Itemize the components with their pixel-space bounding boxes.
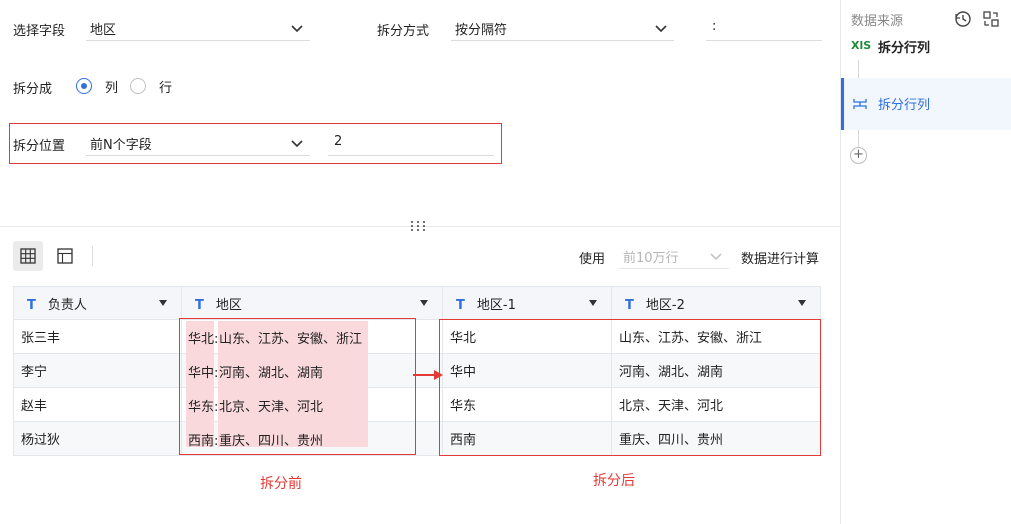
table-cell: 杨过狄 [13, 421, 182, 456]
caret-down-icon[interactable] [420, 300, 428, 306]
chevron-down-icon [655, 25, 667, 33]
rows-select[interactable]: 前10万行 [619, 243, 729, 269]
split-position-dropdown[interactable]: 前N个字段 [86, 130, 310, 156]
caret-down-icon[interactable] [798, 300, 806, 306]
active-indicator [841, 78, 844, 130]
split-count-input[interactable]: 2 [328, 130, 494, 156]
after-caption: 拆分后 [593, 473, 635, 489]
column-header[interactable]: T 地区-1 [442, 286, 612, 320]
radio-row[interactable] [130, 78, 146, 94]
column-header-label: 地区-2 [645, 297, 685, 313]
flow-connector [858, 60, 859, 78]
radio-column[interactable] [76, 78, 92, 94]
compute-label: 数据进行计算 [741, 252, 820, 267]
flow-connector [858, 130, 859, 148]
table-cell: 李宁 [13, 353, 182, 388]
text-type-icon: T [456, 297, 465, 313]
history-icon[interactable] [954, 10, 972, 28]
column-header-label: 负责人 [47, 297, 87, 313]
split-method-value: 按分隔符 [455, 23, 508, 38]
split-position-label: 拆分位置 [13, 139, 66, 154]
radio-row-label: 行 [159, 81, 173, 96]
arrow-right-icon [413, 370, 443, 380]
expand-icon[interactable] [982, 10, 1000, 28]
before-split-highlight [179, 318, 416, 455]
table-cell: 张三丰 [13, 319, 182, 354]
text-type-icon: T [625, 297, 634, 313]
chevron-down-icon [291, 140, 303, 148]
split-count-value: 2 [334, 134, 343, 149]
rows-select-value: 前10万行 [623, 251, 679, 266]
step-split-rows-columns[interactable]: 拆分行列 [841, 78, 1011, 130]
separator-input[interactable]: : [706, 15, 822, 41]
select-field-value: 地区 [90, 23, 117, 38]
after-split-highlight [439, 319, 821, 456]
column-header[interactable]: T 负责人 [13, 286, 182, 320]
split-icon [853, 99, 867, 109]
caret-down-icon[interactable] [159, 300, 167, 306]
data-source-panel: 数据来源 XlS 拆分行列 拆分行列 + [840, 0, 1011, 524]
split-method-label: 拆分方式 [377, 24, 430, 39]
layout-view-button[interactable] [50, 241, 80, 271]
use-label: 使用 [579, 252, 606, 267]
drag-handle-icon[interactable] [409, 220, 427, 232]
text-type-icon: T [27, 297, 36, 313]
chevron-down-icon [291, 25, 303, 33]
split-method-dropdown[interactable]: 按分隔符 [451, 15, 674, 41]
radio-column-label: 列 [105, 81, 119, 96]
grid-icon [20, 248, 36, 264]
grid-view-button[interactable] [13, 241, 43, 271]
config-panel: 选择字段 地区 拆分方式 按分隔符 : 拆分成 列 行 拆分位置 前N个字段 2 [0, 0, 840, 524]
column-header-label: 地区 [215, 297, 242, 313]
source-node-label[interactable]: 拆分行列 [878, 37, 930, 56]
caret-down-icon[interactable] [589, 300, 597, 306]
select-field-dropdown[interactable]: 地区 [86, 15, 310, 41]
split-position-value: 前N个字段 [90, 138, 152, 153]
table-header-row: T 负责人 T 地区 T 地区-1 T 地区-2 [13, 286, 821, 320]
text-type-icon: T [195, 297, 204, 313]
column-header[interactable]: T 地区-2 [611, 286, 821, 320]
separator-value: : [712, 19, 717, 34]
table-cell: 赵丰 [13, 387, 182, 422]
step-label: 拆分行列 [878, 98, 931, 113]
layout-icon [57, 248, 73, 264]
select-field-label: 选择字段 [13, 24, 66, 39]
split-into-label: 拆分成 [13, 82, 53, 97]
panel-title: 数据来源 [851, 14, 904, 29]
column-header[interactable]: T 地区 [181, 286, 443, 320]
toolbar-separator [92, 246, 93, 266]
chevron-down-icon [710, 253, 722, 261]
before-caption: 拆分前 [260, 476, 302, 492]
add-step-button[interactable]: + [850, 147, 867, 164]
excel-file-icon: XlS [851, 39, 872, 52]
column-header-label: 地区-1 [476, 297, 516, 313]
